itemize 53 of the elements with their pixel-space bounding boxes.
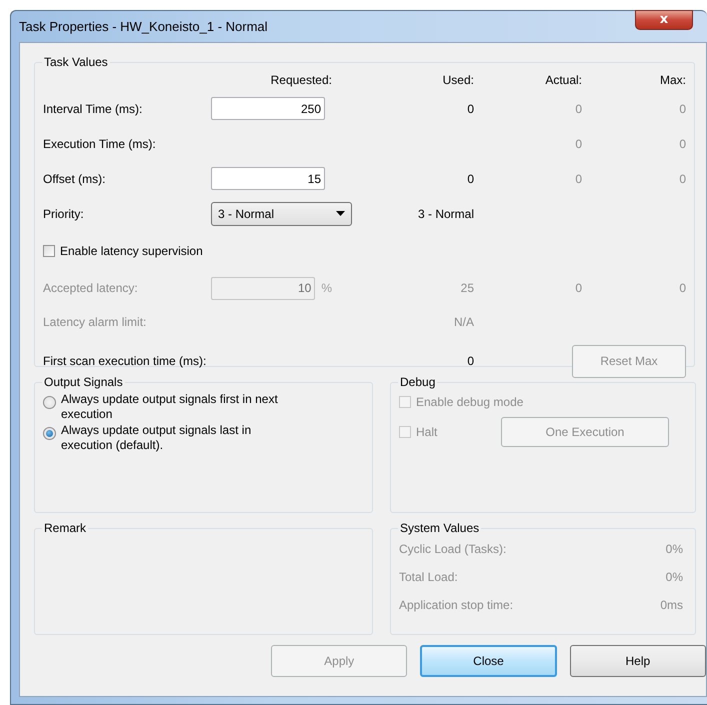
group-title: Remark bbox=[43, 521, 88, 535]
column-header: Requested: bbox=[270, 73, 332, 87]
actual-value: 0 bbox=[575, 172, 582, 186]
radio-label: Always update output signals last in execution (default). bbox=[61, 423, 252, 453]
column-header: Actual: bbox=[545, 73, 582, 87]
group-title: Debug bbox=[399, 375, 436, 389]
field-label: Interval Time (ms): bbox=[43, 102, 142, 116]
group-title: Output Signals bbox=[43, 375, 124, 389]
checkbox[interactable] bbox=[43, 245, 55, 257]
system-value-label: Total Load: bbox=[399, 570, 458, 584]
system-value: 0% bbox=[666, 542, 683, 556]
radio-label: Always update output signals first in next execution bbox=[61, 392, 279, 422]
actual-value: 0 bbox=[575, 281, 582, 295]
number-field[interactable]: 250 bbox=[211, 97, 325, 120]
column-header: Used: bbox=[442, 73, 474, 87]
column-header: Max: bbox=[660, 73, 686, 87]
used-value: N/A bbox=[454, 315, 474, 329]
dialog-button[interactable]: Help bbox=[570, 645, 706, 677]
group-title: Task Values bbox=[43, 55, 109, 69]
used-value: 25 bbox=[460, 281, 474, 295]
max-value: 0 bbox=[679, 281, 686, 295]
used-value: 3 - Normal bbox=[418, 206, 474, 220]
system-value: 0ms bbox=[660, 598, 683, 612]
radio-button[interactable] bbox=[43, 427, 56, 440]
actual-value: 0 bbox=[575, 136, 582, 150]
field-label: Offset (ms): bbox=[43, 172, 106, 186]
actual-value: 0 bbox=[575, 102, 582, 116]
caret-icon bbox=[336, 211, 345, 216]
dialog-button[interactable]: Close bbox=[420, 645, 557, 677]
used-value: 0 bbox=[467, 354, 474, 368]
window-close-button[interactable]: x bbox=[635, 10, 693, 30]
field-label: Priority: bbox=[43, 206, 84, 220]
priority-dropdown[interactable]: 3 - Normal bbox=[211, 202, 352, 226]
field-label: First scan execution time (ms): bbox=[43, 354, 206, 368]
field-label: Accepted latency: bbox=[43, 281, 138, 295]
number-field[interactable]: 15 bbox=[211, 167, 325, 190]
system-value-label: Application stop time: bbox=[399, 598, 514, 612]
system-value: 0% bbox=[666, 570, 683, 584]
field-label: Latency alarm limit: bbox=[43, 315, 146, 329]
used-value: 0 bbox=[467, 172, 474, 186]
checkbox-label: Enable debug mode bbox=[416, 395, 524, 409]
field-label: Execution Time (ms): bbox=[43, 136, 156, 150]
unit-label: % bbox=[321, 281, 332, 295]
group-title: System Values bbox=[399, 521, 480, 535]
radio-button[interactable] bbox=[43, 396, 56, 409]
window-title: Task Properties - HW_Koneisto_1 - Normal bbox=[19, 19, 268, 34]
checkbox-label: Enable latency supervision bbox=[60, 244, 203, 258]
max-value: 0 bbox=[679, 172, 686, 186]
used-value: 0 bbox=[467, 102, 474, 116]
max-value: 0 bbox=[679, 136, 686, 150]
system-value-label: Cyclic Load (Tasks): bbox=[399, 542, 506, 556]
max-value: 0 bbox=[679, 102, 686, 116]
checkbox-label: Halt bbox=[416, 425, 438, 439]
